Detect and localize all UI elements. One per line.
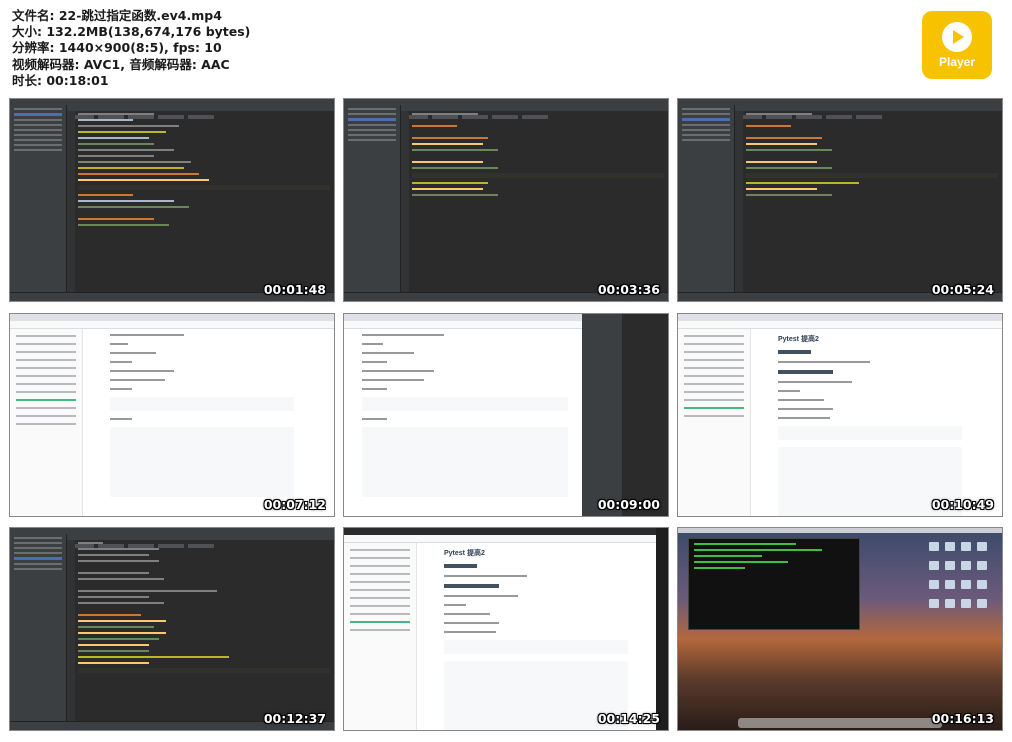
timestamp: 00:10:49	[931, 497, 994, 512]
thumbnail-5[interactable]: 00:09:00	[343, 313, 669, 517]
thumbnail-1[interactable]: 00:01:48	[9, 98, 335, 302]
timestamp: 00:12:37	[263, 711, 326, 726]
meta-resolution: 分辨率: 1440×900(8:5), fps: 10	[12, 40, 222, 56]
play-icon	[942, 21, 972, 52]
player-logo: Player	[922, 11, 992, 79]
timestamp: 00:16:13	[931, 711, 994, 726]
thumbnail-8[interactable]: Pytest 提高2 00:14:25	[343, 527, 669, 731]
timestamp: 00:09:00	[597, 497, 660, 512]
thumbnail-4[interactable]: 00:07:12	[9, 313, 335, 517]
timestamp: 00:01:48	[263, 282, 326, 297]
timestamp: 00:14:25	[597, 711, 660, 726]
doc-title: Pytest 提高2	[444, 550, 485, 557]
thumbnail-2[interactable]: 00:03:36	[343, 98, 669, 302]
timestamp: 00:07:12	[263, 497, 326, 512]
timestamp: 00:05:24	[931, 282, 994, 297]
meta-duration: 时长: 00:18:01	[12, 72, 109, 88]
doc-title: Pytest 提高2	[778, 336, 819, 343]
timestamp: 00:03:36	[597, 282, 660, 297]
meta-filename: 文件名: 22-跳过指定函数.ev4.mp4	[12, 8, 222, 23]
meta-codecs: 视频解码器: AVC1, 音频解码器: AAC	[12, 56, 230, 72]
thumbnail-9[interactable]: 00:16:13	[677, 527, 1003, 731]
player-logo-text: Player	[938, 54, 976, 69]
thumbnail-3[interactable]: 00:05:24	[677, 98, 1003, 302]
thumbnail-7[interactable]: 00:12:37	[9, 527, 335, 731]
video-metadata: 文件名: 22-跳过指定函数.ev4.mp4 大小: 132.2MB(138,6…	[12, 8, 250, 89]
thumbnail-6[interactable]: Pytest 提高2 00:10:49	[677, 313, 1003, 517]
meta-size: 大小: 132.2MB(138,674,176 bytes)	[12, 24, 251, 40]
